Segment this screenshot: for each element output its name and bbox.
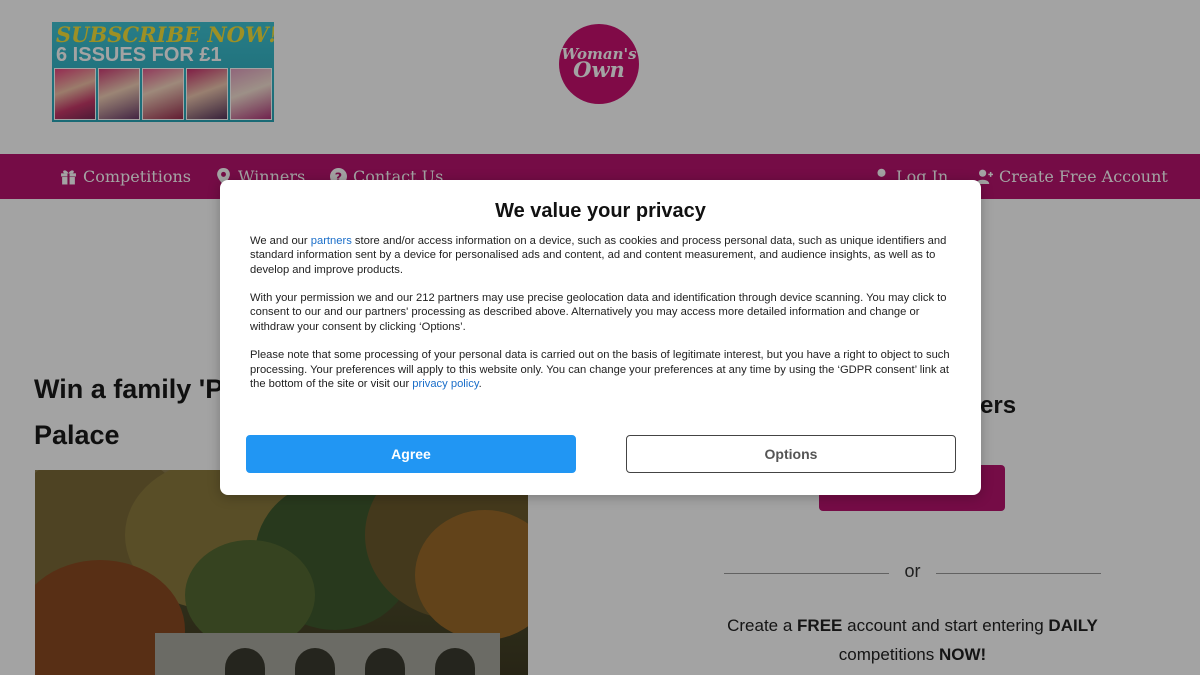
consent-text: Please note that some processing of your… — [250, 349, 950, 390]
dialog-body: We and our partners store and/or access … — [250, 234, 955, 406]
options-button[interactable]: Options — [626, 435, 956, 473]
partners-link[interactable]: partners — [311, 235, 352, 247]
privacy-consent-dialog: We value your privacy We and our partner… — [220, 180, 981, 495]
consent-text: store and/or access information on a dev… — [250, 235, 947, 276]
consent-paragraph-2: With your permission we and our 212 part… — [250, 292, 947, 333]
consent-text: . — [478, 377, 482, 390]
consent-text: We and our — [250, 235, 311, 247]
agree-button[interactable]: Agree — [246, 435, 576, 473]
dialog-title: We value your privacy — [495, 200, 706, 222]
privacy-policy-link[interactable]: privacy policy — [412, 378, 478, 390]
consent-paragraph-3: Please note that some processing of your… — [250, 348, 955, 391]
consent-paragraph-1: We and our partners store and/or access … — [250, 234, 955, 277]
